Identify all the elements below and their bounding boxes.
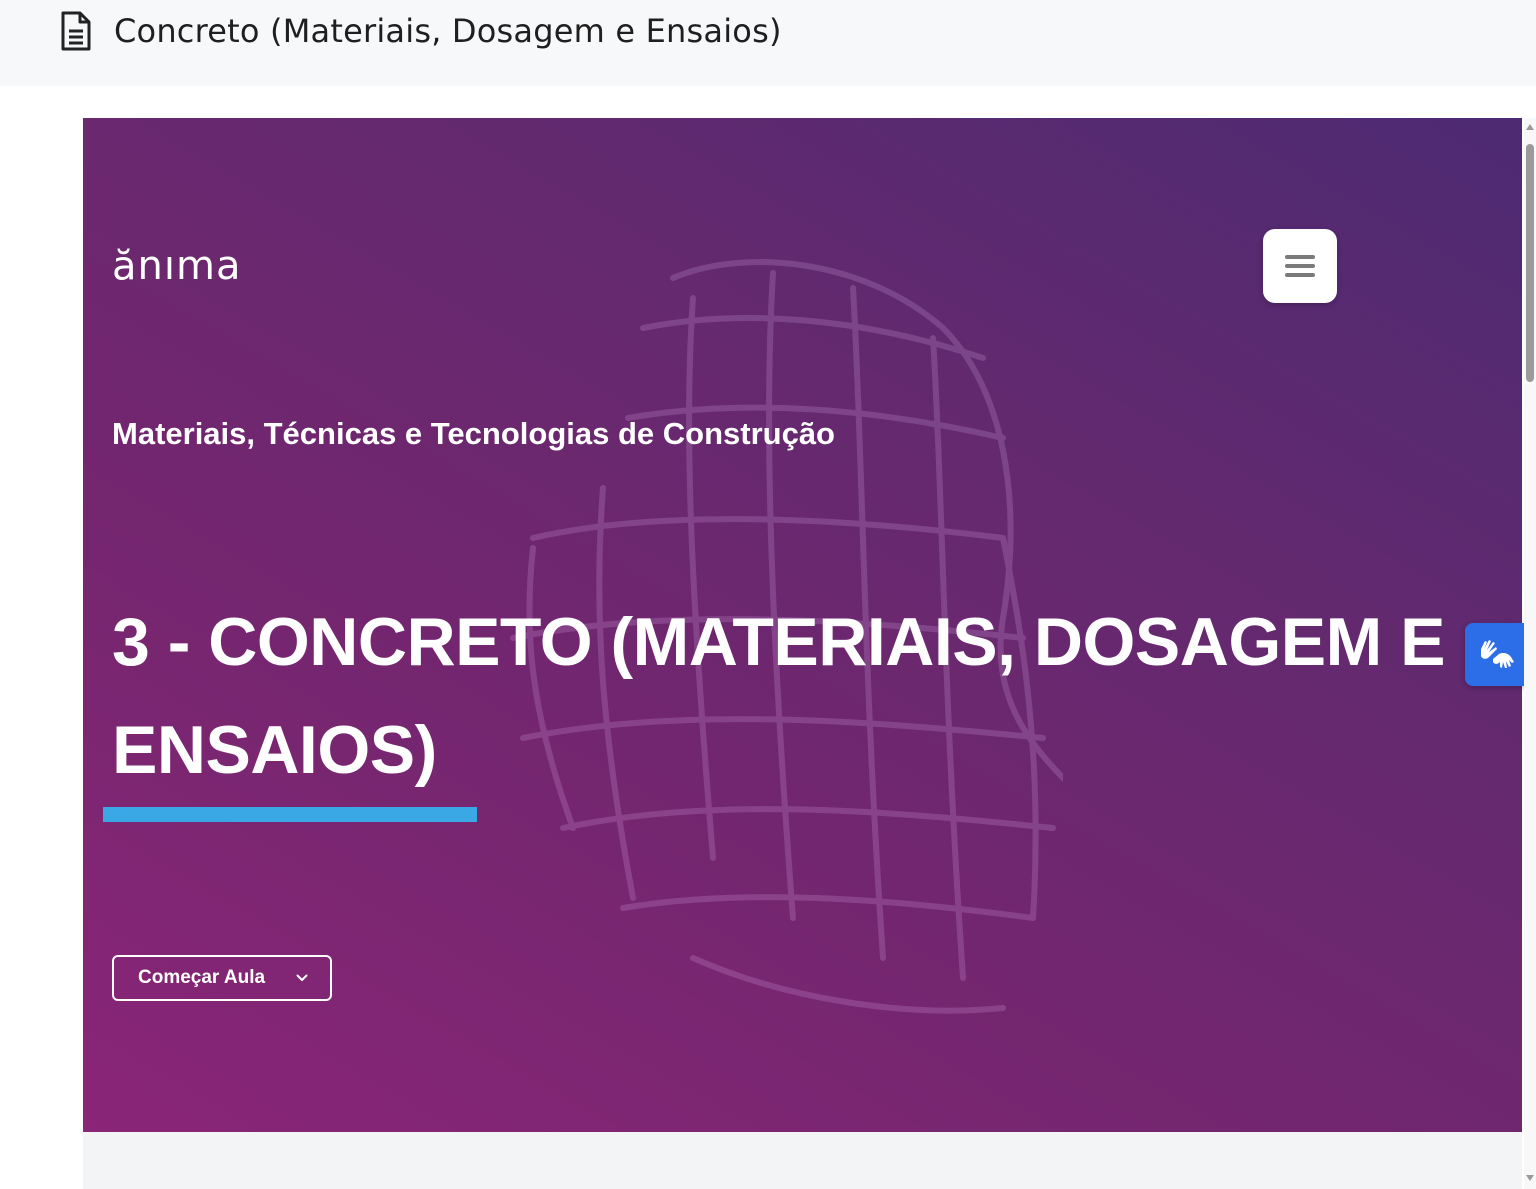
menu-button[interactable] xyxy=(1263,229,1337,303)
title-accent-line xyxy=(103,807,477,822)
sign-language-hands-icon xyxy=(1481,640,1514,668)
page-title: Concreto (Materiais, Dosagem e Ensaios) xyxy=(114,12,782,50)
sign-language-accessibility-button[interactable] xyxy=(1465,623,1528,686)
scroll-up-arrow-icon[interactable] xyxy=(1526,124,1534,130)
scroll-down-arrow-icon[interactable] xyxy=(1526,1175,1534,1181)
course-name: Materiais, Técnicas e Tecnologias de Con… xyxy=(112,416,835,451)
chevron-down-icon xyxy=(296,974,308,981)
vertical-scrollbar[interactable] xyxy=(1524,118,1536,1189)
content-area xyxy=(83,1132,1522,1189)
document-icon xyxy=(61,11,91,51)
anima-logo: ănıma xyxy=(112,243,242,289)
lesson-title: 3 - CONCRETO (MATERIAIS, DOSAGEM E ENSAI… xyxy=(112,604,1446,788)
lesson-hero-banner: ănıma Materiais, Técnicas e Tecnologias … xyxy=(83,118,1522,1132)
scrollbar-thumb[interactable] xyxy=(1526,144,1534,382)
start-lesson-label: Começar Aula xyxy=(138,967,266,988)
document-header: Concreto (Materiais, Dosagem e Ensaios) xyxy=(0,0,1536,87)
start-lesson-button[interactable]: Começar Aula xyxy=(112,955,332,1001)
